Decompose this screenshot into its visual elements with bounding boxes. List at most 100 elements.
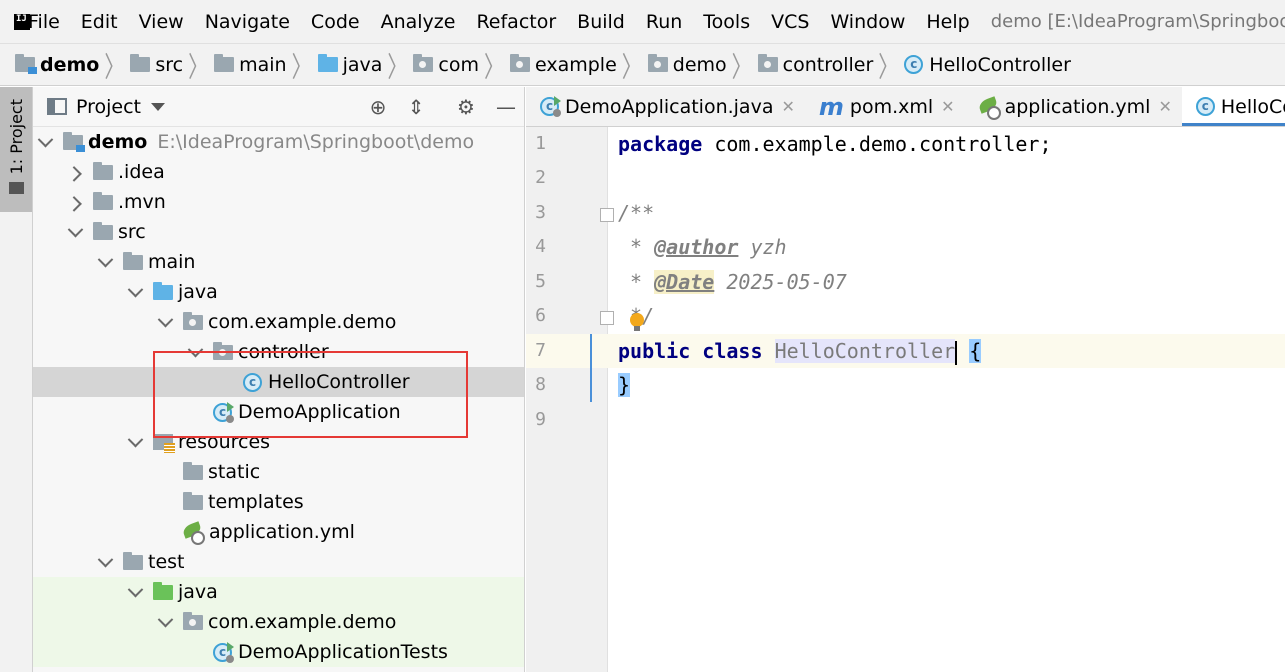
left-tool-strip: 1: Project xyxy=(0,87,33,672)
line-number: 3 xyxy=(535,202,546,223)
fold-toggle-icon[interactable] xyxy=(600,208,614,222)
locate-target-icon[interactable]: ⊕ xyxy=(367,97,389,119)
tree-node-resources[interactable]: resources xyxy=(33,427,524,457)
spring-boot-class-icon: c xyxy=(213,401,234,423)
tree-node-mvn[interactable]: .mvn xyxy=(33,187,524,217)
expand-arrow-icon[interactable] xyxy=(125,582,145,602)
package-icon xyxy=(413,54,434,72)
expand-arrow-icon[interactable] xyxy=(155,312,175,332)
menu-edit[interactable]: Edit xyxy=(81,11,118,33)
hide-panel-icon[interactable]: — xyxy=(495,97,517,119)
project-tree: demo E:\IdeaProgram\Springboot\demo .ide… xyxy=(33,127,524,667)
folder-icon xyxy=(123,251,143,270)
breadcrumb-demo-pkg[interactable]: demo xyxy=(647,54,727,76)
test-class-icon: c xyxy=(213,641,234,663)
tab-pom-xml[interactable]: m pom.xml ✕ xyxy=(805,87,965,126)
breadcrumb-java[interactable]: java xyxy=(317,54,382,76)
project-tool-tab[interactable]: 1: Project xyxy=(0,87,32,212)
breadcrumb-separator: 〉 xyxy=(104,49,125,84)
tree-node-test-package[interactable]: com.example.demo xyxy=(33,607,524,637)
tree-node-java[interactable]: java xyxy=(33,277,524,307)
breadcrumb-demo[interactable]: demo xyxy=(15,54,99,76)
tab-demoapplication-java[interactable]: c DemoApplication.java ✕ xyxy=(526,87,805,126)
collapse-arrow-icon[interactable] xyxy=(65,162,85,182)
spring-config-icon xyxy=(183,523,205,545)
menu-view[interactable]: View xyxy=(139,11,184,33)
breadcrumb-separator: 〉 xyxy=(188,49,209,84)
intention-bulb-icon[interactable] xyxy=(630,313,644,331)
tree-node-demoapplicationtests[interactable]: c DemoApplicationTests xyxy=(33,637,524,667)
menu-help[interactable]: Help xyxy=(926,11,969,33)
expand-arrow-icon[interactable] xyxy=(155,612,175,632)
source-folder-icon xyxy=(317,54,338,72)
code-line-4: * @author yzh xyxy=(618,235,787,259)
line-number: 8 xyxy=(535,374,546,395)
tree-node-demo[interactable]: demo E:\IdeaProgram\Springboot\demo xyxy=(33,127,524,157)
folder-icon xyxy=(9,182,24,194)
gear-icon[interactable]: ⚙ xyxy=(455,97,477,119)
class-icon: c xyxy=(1195,97,1215,116)
code-line-8: } xyxy=(618,373,631,397)
tab-hellocontroller[interactable]: c HelloControl xyxy=(1181,87,1285,126)
fold-toggle-icon[interactable] xyxy=(600,311,614,325)
menu-refactor[interactable]: Refactor xyxy=(476,11,556,33)
menu-run[interactable]: Run xyxy=(646,11,682,33)
breadcrumb-controller[interactable]: controller xyxy=(757,54,873,76)
project-view-selector[interactable]: Project xyxy=(76,96,141,118)
menu-bar: IJ File Edit View Navigate Code Analyze … xyxy=(0,0,1285,43)
chevron-down-icon[interactable] xyxy=(151,102,166,111)
breadcrumb-separator: 〉 xyxy=(483,49,504,84)
tree-node-idea[interactable]: .idea xyxy=(33,157,524,187)
breadcrumb-main[interactable]: main xyxy=(214,54,287,76)
folder-icon xyxy=(93,161,113,180)
expand-arrow-icon[interactable] xyxy=(95,552,115,572)
breadcrumb: demo 〉 src 〉 main 〉 java 〉 com 〉 example… xyxy=(0,43,1285,86)
project-panel-header: Project ⊕ ⇕ ⚙ — xyxy=(33,87,524,127)
tree-node-package[interactable]: com.example.demo xyxy=(33,307,524,337)
code-line-1: package com.example.demo.controller; xyxy=(618,132,1052,156)
collapse-arrow-icon[interactable] xyxy=(65,192,85,212)
expand-arrow-icon[interactable] xyxy=(65,222,85,242)
close-icon[interactable]: ✕ xyxy=(781,97,794,116)
class-icon: c xyxy=(904,55,924,74)
menu-navigate[interactable]: Navigate xyxy=(205,11,290,33)
line-number: 7 xyxy=(535,340,546,361)
code-line-5: * @Date 2025-05-07 xyxy=(618,270,847,294)
tree-node-hellocontroller[interactable]: c HelloController xyxy=(33,367,524,397)
code-line-3: /** xyxy=(618,201,655,225)
menu-vcs[interactable]: VCS xyxy=(771,11,809,33)
tree-node-static[interactable]: static xyxy=(33,457,524,487)
tree-node-demoapplication[interactable]: c DemoApplication xyxy=(33,397,524,427)
expand-arrow-icon[interactable] xyxy=(185,342,205,362)
menu-build[interactable]: Build xyxy=(577,11,625,33)
expand-arrow-icon[interactable] xyxy=(125,432,145,452)
tree-node-test[interactable]: test xyxy=(33,547,524,577)
menu-analyze[interactable]: Analyze xyxy=(381,11,456,33)
expand-arrow-icon[interactable] xyxy=(95,252,115,272)
tree-node-test-java[interactable]: java xyxy=(33,577,524,607)
menu-window[interactable]: Window xyxy=(830,11,905,33)
breadcrumb-com[interactable]: com xyxy=(413,54,479,76)
tree-node-src[interactable]: src xyxy=(33,217,524,247)
breadcrumb-src[interactable]: src xyxy=(130,54,183,76)
collapse-all-icon[interactable]: ⇕ xyxy=(405,97,427,119)
expand-arrow-icon[interactable] xyxy=(125,282,145,302)
breadcrumb-hellocontroller[interactable]: c HelloController xyxy=(904,54,1071,76)
folder-icon xyxy=(123,551,143,570)
tab-application-yml[interactable]: application.yml ✕ xyxy=(965,87,1182,126)
expand-arrow-icon[interactable] xyxy=(35,132,55,152)
line-number: 6 xyxy=(535,305,546,326)
close-icon[interactable]: ✕ xyxy=(941,97,954,116)
editor-gutter: 1 2 3 4 5 6 7 8 9 xyxy=(526,127,608,672)
menu-code[interactable]: Code xyxy=(311,11,360,33)
tree-node-templates[interactable]: templates xyxy=(33,487,524,517)
code-editor[interactable]: 1 2 3 4 5 6 7 8 9 package com.example.de… xyxy=(526,127,1285,672)
tree-node-controller[interactable]: controller xyxy=(33,337,524,367)
close-icon[interactable]: ✕ xyxy=(1158,97,1171,116)
breadcrumb-example[interactable]: example xyxy=(509,54,617,76)
menu-file[interactable]: File xyxy=(28,11,60,33)
folder-icon xyxy=(130,54,151,72)
tree-node-main[interactable]: main xyxy=(33,247,524,277)
tree-node-application-yml[interactable]: application.yml xyxy=(33,517,524,547)
menu-tools[interactable]: Tools xyxy=(703,11,750,33)
